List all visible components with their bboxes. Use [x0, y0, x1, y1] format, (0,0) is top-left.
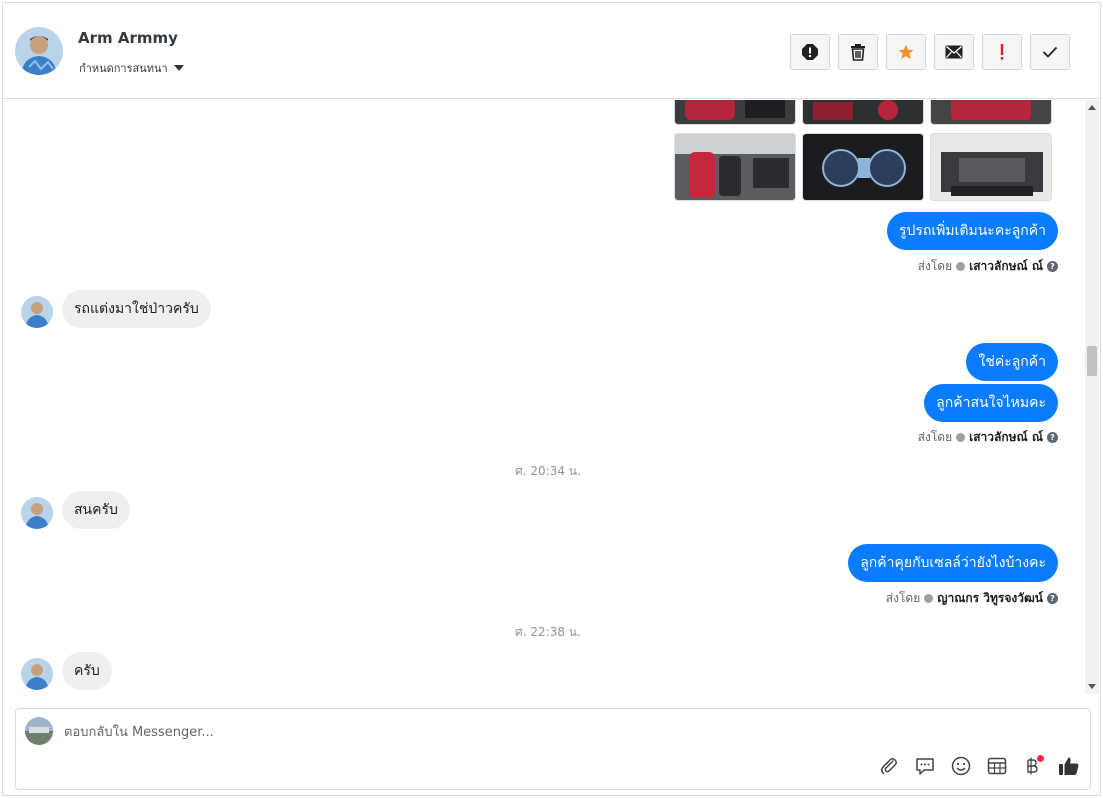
car-photo-thumbnail[interactable] — [674, 133, 796, 201]
verified-dot-icon — [956, 433, 966, 442]
verified-dot-icon — [924, 594, 934, 603]
contact-avatar[interactable] — [15, 27, 63, 75]
page-avatar — [25, 717, 53, 745]
scroll-down-arrow-icon[interactable] — [1088, 684, 1096, 689]
verified-dot-icon — [956, 262, 966, 271]
sent-by-label: ส่งโดย ญาณกร วิทูรจงวัฒน์ ? — [886, 589, 1058, 608]
car-photo-thumbnail[interactable] — [802, 133, 924, 201]
sent-by-label: ส่งโดย เสาวลักษณ์ ณ์ ? — [918, 428, 1058, 447]
contact-avatar-small[interactable] — [21, 296, 53, 328]
contact-name: Arm Armmy — [78, 29, 178, 47]
paperclip-icon — [881, 758, 897, 775]
question-icon[interactable]: ? — [1047, 261, 1058, 272]
important-button[interactable] — [982, 34, 1022, 70]
table-icon — [987, 757, 1007, 775]
scrollbar-thumb[interactable] — [1087, 346, 1097, 376]
sent-by-prefix: ส่งโดย — [917, 259, 953, 273]
composer-tools — [878, 755, 1080, 777]
outgoing-message[interactable]: ลูกค้าคุยกับเซลล์ว่ายังไงบ้างคะ — [848, 544, 1058, 582]
mark-done-button[interactable] — [1030, 34, 1070, 70]
attach-button[interactable] — [878, 755, 900, 777]
saved-replies-button[interactable] — [914, 755, 936, 777]
exclamation-icon — [1000, 44, 1004, 60]
agent-name[interactable]: เสาวลักษณ์ ณ์ — [969, 257, 1043, 276]
car-photo-thumbnail[interactable] — [802, 100, 924, 125]
trash-icon — [851, 44, 865, 61]
like-button[interactable] — [1058, 755, 1080, 777]
delete-button[interactable] — [838, 34, 878, 70]
incoming-message[interactable]: รถแต่งมาใช่ป่าวครับ — [62, 290, 211, 328]
sent-by-label: ส่งโดย เสาวลักษณ์ ณ์ ? — [918, 257, 1058, 276]
appointment-button[interactable] — [986, 755, 1008, 777]
thread-scrollbar[interactable] — [1085, 100, 1099, 694]
outgoing-message[interactable]: รูปรถเพิ่มเติมนะคะลูกค้า — [886, 212, 1058, 250]
question-icon[interactable]: ? — [1047, 593, 1058, 604]
report-icon — [802, 44, 818, 60]
conversation-header: Arm Armmy กำหนดการสนทนา — [3, 3, 1100, 99]
star-button[interactable] — [886, 34, 926, 70]
star-icon — [898, 44, 914, 60]
thumbs-up-icon — [1059, 757, 1079, 775]
incoming-message[interactable]: สนครับ — [62, 491, 130, 529]
reply-input[interactable] — [64, 722, 764, 742]
conversation-window: Arm Armmy กำหนดการสนทนา รูปรถเพิ่มเติมนะ… — [2, 2, 1101, 796]
conversation-settings-dropdown[interactable]: กำหนดการสนทนา — [79, 59, 184, 77]
reply-composer — [15, 708, 1091, 790]
contact-avatar-small[interactable] — [21, 658, 53, 690]
report-button[interactable] — [790, 34, 830, 70]
car-photo-thumbnail[interactable] — [930, 100, 1052, 125]
envelope-icon — [945, 45, 963, 59]
agent-name[interactable]: เสาวลักษณ์ ณ์ — [969, 428, 1043, 447]
notification-dot — [1037, 755, 1044, 762]
outgoing-message[interactable]: ใช่ค่ะลูกค้า — [966, 343, 1058, 381]
header-actions — [790, 34, 1070, 70]
message-thread: รูปรถเพิ่มเติมนะคะลูกค้า ส่งโดย เสาวลักษ… — [3, 100, 1085, 694]
check-icon — [1042, 46, 1058, 58]
car-photo-thumbnail[interactable] — [930, 133, 1052, 201]
chat-bubble-icon — [916, 758, 934, 775]
question-icon[interactable]: ? — [1047, 432, 1058, 443]
caret-down-icon — [173, 65, 184, 71]
car-photo-thumbnail[interactable] — [674, 100, 796, 125]
outgoing-message[interactable]: ลูกค้าสนใจไหมคะ — [924, 384, 1058, 422]
sent-by-prefix: ส่งโดย — [885, 591, 921, 605]
smiley-icon — [951, 756, 971, 776]
emoji-button[interactable] — [950, 755, 972, 777]
mark-unread-button[interactable] — [934, 34, 974, 70]
scroll-up-arrow-icon[interactable] — [1088, 105, 1096, 110]
timestamp-divider: ศ. 20:34 น. — [515, 464, 581, 478]
sent-by-prefix: ส่งโดย — [917, 430, 953, 444]
agent-name[interactable]: ญาณกร วิทูรจงวัฒน์ — [937, 589, 1043, 608]
conversation-settings-label: กำหนดการสนทนา — [79, 62, 168, 75]
contact-avatar-small[interactable] — [21, 497, 53, 529]
payment-button[interactable] — [1022, 755, 1044, 777]
timestamp-divider: ศ. 22:38 น. — [515, 625, 581, 639]
incoming-message[interactable]: ครับ — [62, 652, 112, 690]
